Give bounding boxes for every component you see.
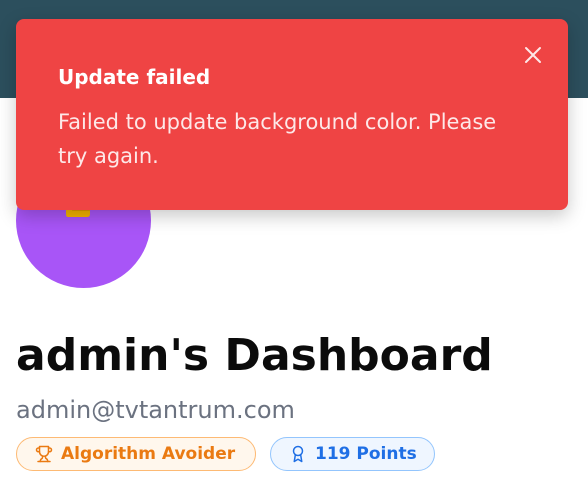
toast-description: Failed to update background color. Pleas… [58,110,497,168]
points-badge-label: 119 Points [315,444,417,464]
dashboard-page: admin's Dashboard admin@tvtantrum.com Al… [0,0,588,488]
toast-title: Update failed [58,65,211,89]
points-badge[interactable]: 119 Points [270,437,435,471]
error-toast: Update failed Failed to update backgroun… [16,19,568,210]
achievement-badge[interactable]: Algorithm Avoider [16,437,256,471]
page-title: admin's Dashboard [16,330,493,381]
achievement-badge-label: Algorithm Avoider [61,444,236,464]
user-email: admin@tvtantrum.com [16,396,295,424]
trophy-icon [35,445,53,463]
close-icon[interactable] [522,44,544,66]
award-ribbon-icon [292,445,304,463]
